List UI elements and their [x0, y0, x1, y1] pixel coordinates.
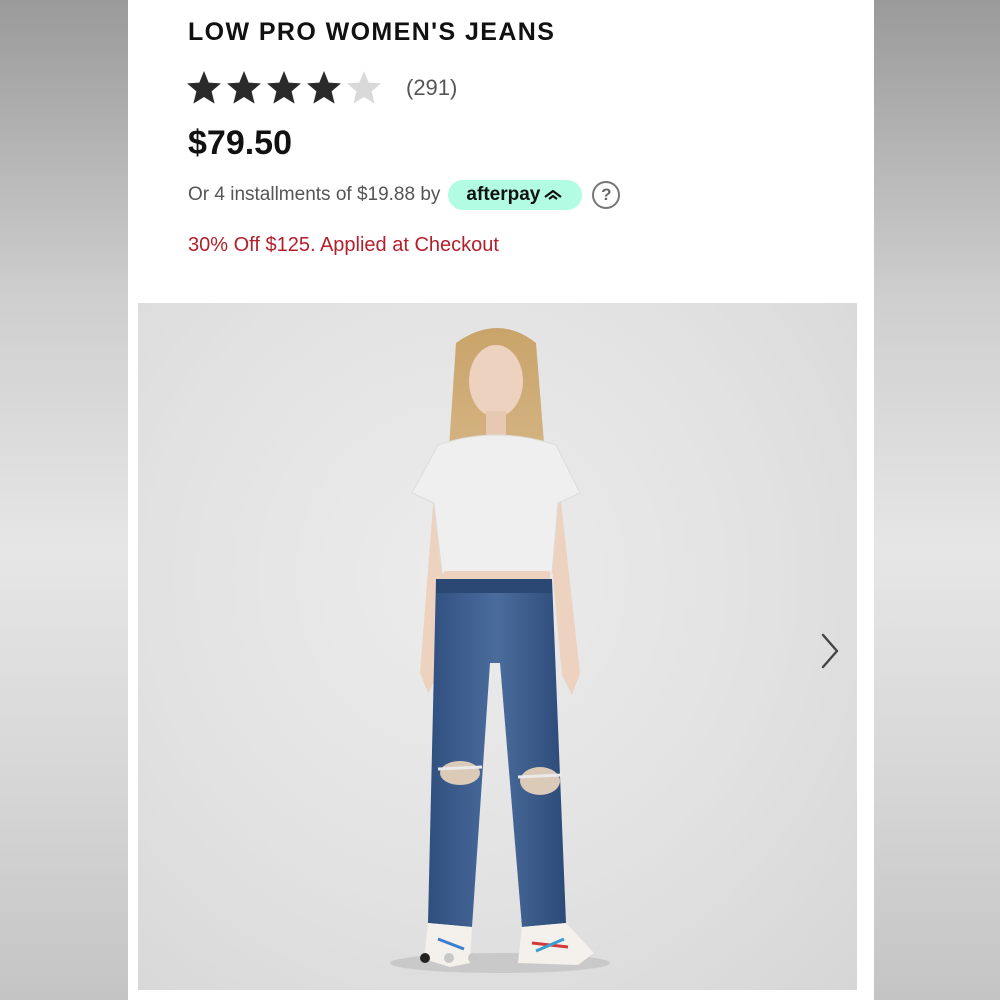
- star-filled-icon: [187, 71, 221, 104]
- background-blur-left: [0, 0, 128, 1000]
- next-image-button[interactable]: [817, 631, 843, 671]
- afterpay-arrows-icon: [544, 189, 563, 200]
- star-filled-icon: [267, 71, 301, 104]
- installments-row: Or 4 installments of $19.88 by afterpay …: [188, 178, 621, 212]
- star-filled-icon: [227, 71, 261, 104]
- product-photo: [390, 328, 610, 973]
- product-title: LOW PRO WOMEN'S JEANS: [188, 18, 556, 46]
- promo-text: 30% Off $125. Applied at Checkout: [188, 234, 499, 256]
- product-page: LOW PRO WOMEN'S JEANS (291) $79.50 Or 4 …: [128, 0, 874, 1000]
- background-blur-right: [872, 0, 1000, 1000]
- gallery-dot[interactable]: [444, 953, 454, 963]
- product-price: $79.50: [188, 124, 292, 162]
- gallery-pagination: [420, 953, 478, 963]
- afterpay-badge[interactable]: afterpay: [448, 180, 583, 210]
- installments-text: Or 4 installments of $19.88 by: [188, 184, 441, 205]
- help-icon[interactable]: ?: [592, 181, 621, 209]
- product-image-gallery[interactable]: [138, 303, 857, 990]
- star-empty-icon: [347, 71, 381, 104]
- rating-stars: [184, 68, 384, 108]
- gallery-dot[interactable]: [420, 953, 430, 963]
- review-count[interactable]: (291): [406, 75, 457, 101]
- star-filled-icon: [307, 71, 341, 104]
- afterpay-logo-text: afterpay: [466, 184, 541, 205]
- chevron-right-icon: [821, 633, 839, 669]
- gallery-dot[interactable]: [468, 953, 478, 963]
- product-rating[interactable]: (291): [184, 68, 457, 108]
